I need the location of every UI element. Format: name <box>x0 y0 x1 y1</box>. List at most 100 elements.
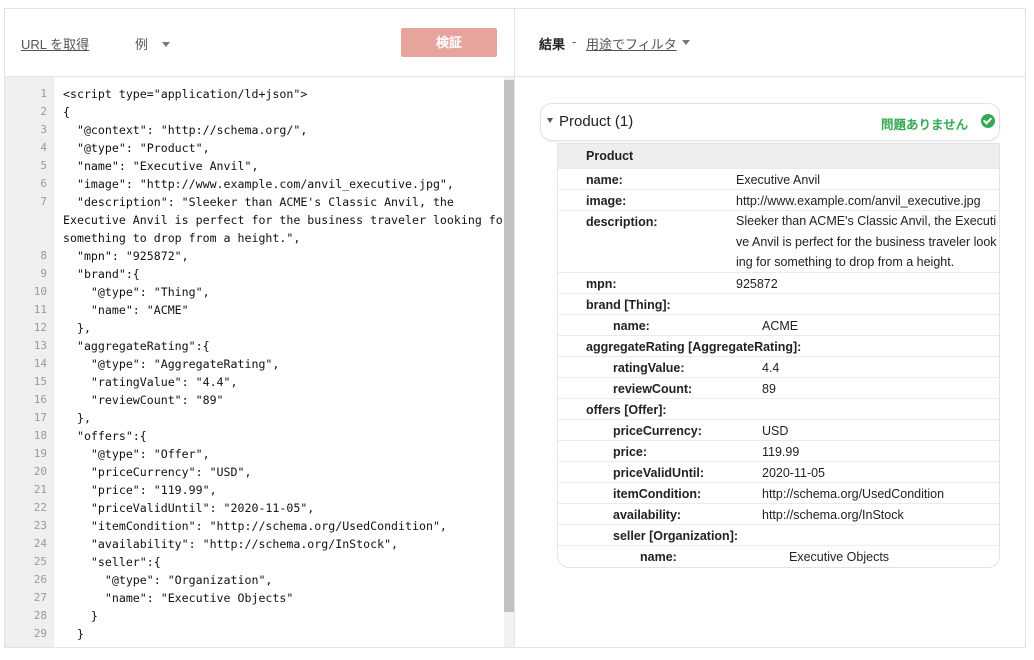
code-line[interactable]: "image": "http://www.example.com/anvil_e… <box>63 175 454 193</box>
result-table-row: itemCondition: http://schema.org/UsedCond… <box>558 482 999 504</box>
property-name: reviewCount: <box>613 382 693 396</box>
result-table-row: name: ACME <box>558 314 999 336</box>
code-line[interactable]: "@context": "http://schema.org/", <box>63 121 307 139</box>
code-line[interactable]: "@type": "AggregateRating", <box>63 355 279 373</box>
line-number: 4 <box>40 141 47 154</box>
code-line[interactable]: "name": "Executive Objects" <box>63 589 293 607</box>
result-table-row: reviewCount: 89 <box>558 377 999 399</box>
property-value: ACME <box>762 319 799 333</box>
result-table-row: name: Executive Anvil <box>558 168 999 190</box>
result-table-header: Product <box>558 144 999 168</box>
line-number: 27 <box>33 591 47 604</box>
property-value: 119.99 <box>762 445 800 459</box>
code-line[interactable]: "priceValidUntil": "2020-11-05", <box>63 499 314 517</box>
property-name: ratingValue: <box>613 361 685 375</box>
code-line[interactable]: "aggregateRating":{ <box>63 337 210 355</box>
line-number: 11 <box>33 303 47 316</box>
code-line[interactable]: <script type="application/ld+json"> <box>63 85 307 103</box>
result-table-row: priceValidUntil: 2020-11-05 <box>558 461 999 483</box>
result-card-title[interactable]: Product (1) <box>559 113 633 130</box>
property-value: 89 <box>762 382 776 396</box>
property-name: offers [Offer]: <box>586 403 667 417</box>
line-number: 8 <box>40 249 47 262</box>
result-table-row: seller [Organization]: <box>558 524 999 546</box>
code-line[interactable]: "name": "ACME" <box>63 301 189 319</box>
examples-label: 例 <box>135 37 149 52</box>
line-number: 24 <box>33 537 47 550</box>
results-title: 結果 <box>539 37 566 52</box>
result-table-row: availability: http://schema.org/InStock <box>558 503 999 525</box>
collapse-caret-icon[interactable] <box>547 118 553 123</box>
code-line[interactable]: } <box>63 625 84 643</box>
line-number: 25 <box>33 555 47 568</box>
code-line[interactable]: "reviewCount": "89" <box>63 391 224 409</box>
result-table-row: offers [Offer]: <box>558 398 999 420</box>
result-table-row: brand [Thing]: <box>558 293 999 315</box>
property-name: mpn: <box>586 277 617 291</box>
property-value: USD <box>762 424 789 438</box>
results-header-divider <box>515 76 1026 77</box>
line-number: 23 <box>33 519 47 532</box>
code-line[interactable]: "price": "119.99", <box>63 481 217 499</box>
code-line[interactable]: "@type": "Product", <box>63 139 210 157</box>
chevron-down-icon <box>162 42 171 48</box>
code-line[interactable]: "description": "Sleeker than ACME's Clas… <box>63 193 454 211</box>
code-line[interactable]: { <box>63 103 70 121</box>
result-table-row: description: Sleeker than ACME's Classic … <box>558 210 999 273</box>
line-number: 7 <box>40 195 47 208</box>
code-line[interactable]: something to drop from a height.", <box>63 229 300 247</box>
code-line[interactable]: "seller":{ <box>63 553 161 571</box>
line-number: 21 <box>33 483 47 496</box>
code-line[interactable]: "brand":{ <box>63 265 140 283</box>
code-line[interactable]: }, <box>63 409 91 427</box>
code-line[interactable]: Executive Anvil is perfect for the busin… <box>63 211 504 229</box>
code-line[interactable]: "offers":{ <box>63 427 147 445</box>
code-line[interactable]: "mpn": "925872", <box>63 247 189 265</box>
code-line[interactable]: "@type": "Thing", <box>63 283 210 301</box>
code-line[interactable]: "name": "Executive Anvil", <box>63 157 259 175</box>
line-number: 18 <box>33 429 47 442</box>
fetch-url-link[interactable]: URL を取得 <box>21 34 89 53</box>
line-number: 3 <box>40 123 47 136</box>
pane-divider <box>514 8 515 648</box>
filter-by-usage-dropdown[interactable]: 用途でフィルタ <box>586 34 677 53</box>
line-number: 22 <box>33 501 47 514</box>
property-name: description: <box>586 215 658 229</box>
property-name: itemCondition: <box>613 487 702 501</box>
code-line[interactable]: "itemCondition": "http://schema.org/Used… <box>63 517 447 535</box>
validate-button[interactable]: 検証 <box>401 28 497 57</box>
check-circle-icon <box>981 114 995 128</box>
line-number: 6 <box>40 177 47 190</box>
property-value: http://schema.org/UsedCondition <box>762 487 945 501</box>
line-number: 10 <box>33 285 47 298</box>
code-line[interactable]: "@type": "Offer", <box>63 445 210 463</box>
result-table-row: image: http://www.example.com/anvil_execu… <box>558 189 999 211</box>
property-name: name: <box>586 173 623 187</box>
code-line[interactable]: }, <box>63 319 91 337</box>
result-table-row: mpn: 925872 <box>558 272 999 294</box>
result-table: Product name: Executive Anvil image: http:/… <box>557 143 1000 568</box>
property-value: Sleeker than ACME's Classic Anvil, the E… <box>736 214 997 270</box>
line-number: 28 <box>33 609 47 622</box>
code-line[interactable]: "availability": "http://schema.org/InSto… <box>63 535 398 553</box>
code-line[interactable]: "@type": "Organization", <box>63 571 273 589</box>
line-number: 5 <box>40 159 47 172</box>
property-name: image: <box>586 194 627 208</box>
code-editor[interactable]: <script type="application/ld+json">{ "@c… <box>54 77 504 647</box>
result-table-row: price: 119.99 <box>558 440 999 462</box>
code-line[interactable]: } <box>63 607 98 625</box>
line-number: 29 <box>33 627 47 640</box>
chevron-down-icon[interactable] <box>682 40 690 45</box>
line-number: 13 <box>33 339 47 352</box>
property-name: name: <box>640 550 677 564</box>
result-table-row: priceCurrency: USD <box>558 419 999 441</box>
editor-scrollbar-thumb[interactable] <box>504 80 514 612</box>
code-line[interactable]: "priceCurrency": "USD", <box>63 463 252 481</box>
examples-dropdown[interactable]: 例 <box>135 34 171 53</box>
code-line[interactable]: "ratingValue": "4.4", <box>63 373 238 391</box>
property-value: 925872 <box>736 277 778 291</box>
property-value: Executive Anvil <box>736 173 821 187</box>
line-number-gutter: 1 2 3 4 5 6 7 8 9 10 11 12 13 14 15 16 17 18 19 20 21 22 23 24 2… <box>5 77 54 647</box>
property-name: brand [Thing]: <box>586 298 671 312</box>
property-value: 4.4 <box>762 361 780 375</box>
